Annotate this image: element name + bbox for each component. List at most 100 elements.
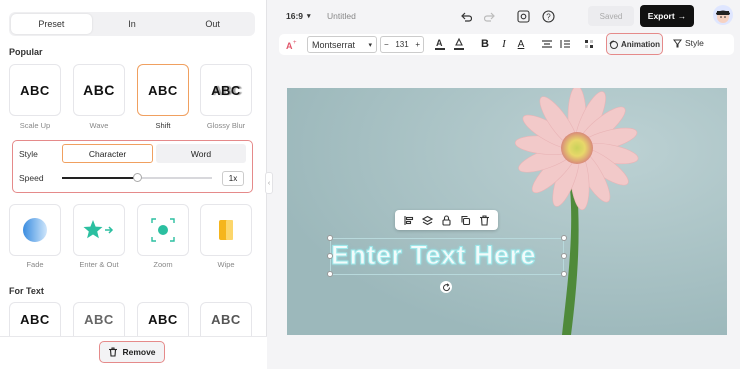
preset-card-wipe[interactable]	[200, 204, 252, 256]
style-button[interactable]: Style	[673, 38, 704, 48]
rotate-handle[interactable]	[440, 281, 452, 293]
preset-card-wave[interactable]: ABC	[73, 64, 125, 116]
speed-label: Speed	[19, 173, 44, 183]
arrow-right-icon: →	[677, 11, 687, 21]
resize-handle[interactable]	[327, 253, 333, 259]
trash-icon[interactable]	[479, 214, 490, 226]
align-left-icon[interactable]	[403, 215, 414, 226]
preset-label: Shift	[155, 121, 171, 130]
collapse-panel-button[interactable]: ‹	[265, 172, 273, 194]
screenshot-icon[interactable]	[515, 8, 531, 24]
aspect-ratio-select[interactable]: 16:9 ▾	[286, 11, 311, 21]
animation-tabs: Preset In Out	[9, 12, 255, 36]
chevron-left-icon: ‹	[267, 179, 271, 187]
project-title[interactable]: Untitled	[327, 11, 356, 21]
svg-text:A: A	[436, 38, 443, 48]
preset-label: Wipe	[217, 260, 235, 269]
text-color-icon[interactable]: A	[432, 36, 448, 52]
resize-handle[interactable]	[561, 235, 567, 241]
highlight-color-icon[interactable]	[451, 36, 467, 52]
preset-label: Wave	[89, 121, 109, 130]
help-icon[interactable]: ?	[540, 8, 556, 24]
preset-preview: ABC	[211, 312, 241, 327]
font-size-stepper[interactable]: − 131 +	[380, 36, 424, 53]
trash-icon	[109, 347, 118, 357]
preset-preview: ABC	[84, 312, 114, 327]
preset-card-enter-out[interactable]	[73, 204, 125, 256]
resize-handle[interactable]	[561, 253, 567, 259]
rotate-icon	[442, 282, 450, 291]
preset-preview: ABC	[20, 82, 50, 98]
align-icon[interactable]	[539, 36, 555, 52]
preset-card-fade[interactable]	[9, 204, 61, 256]
preset-label: Scale Up	[19, 121, 51, 130]
font-family-select[interactable]: Montserrat ▾	[307, 36, 377, 53]
speed-slider[interactable]	[62, 173, 212, 182]
preset-preview: ABC	[148, 82, 178, 98]
svg-text:+: +	[293, 40, 297, 46]
preset-preview: ABC	[83, 82, 115, 98]
italic-icon[interactable]: I	[496, 36, 512, 52]
paint-bucket-icon	[673, 39, 682, 47]
animation-panel: Preset In Out Popular ABC Scale Up ABC W…	[0, 0, 267, 369]
transparency-icon[interactable]	[581, 36, 597, 52]
wipe-icon	[219, 220, 233, 240]
redo-icon[interactable]	[482, 8, 498, 24]
text-preset-card[interactable]: ABC	[73, 302, 125, 336]
underline-icon[interactable]: A	[513, 36, 529, 52]
svg-text:?: ?	[546, 12, 551, 21]
lock-icon[interactable]	[441, 214, 452, 226]
minus-icon[interactable]: −	[384, 40, 389, 49]
avatar[interactable]	[713, 5, 733, 25]
preset-label: Glossy Blur	[206, 121, 246, 130]
preset-card-shift[interactable]: ABC	[137, 64, 189, 116]
layers-icon[interactable]	[422, 215, 433, 226]
preset-card-glossy-blur[interactable]: ABC	[200, 64, 252, 116]
preset-preview: ABC	[211, 82, 241, 98]
preset-label: Zoom	[153, 260, 173, 269]
section-for-text: For Text	[9, 286, 44, 296]
tab-in[interactable]: In	[92, 14, 173, 34]
undo-icon[interactable]	[458, 8, 474, 24]
svg-text:A: A	[286, 41, 293, 51]
flower-image	[287, 88, 727, 335]
style-word-option[interactable]: Word	[156, 144, 246, 163]
canvas-text[interactable]: Enter Text Here	[330, 240, 536, 271]
preset-label: Enter & Out	[79, 260, 119, 269]
preset-label: Fade	[26, 260, 44, 269]
ai-text-icon[interactable]: A +	[284, 37, 300, 53]
resize-handle[interactable]	[327, 235, 333, 241]
text-preset-card[interactable]: ABC	[137, 302, 189, 336]
resize-handle[interactable]	[327, 271, 333, 277]
line-spacing-icon[interactable]	[557, 36, 573, 52]
remove-button[interactable]: Remove	[99, 341, 165, 363]
bold-icon[interactable]: B	[477, 36, 493, 52]
font-family-value: Montserrat	[312, 39, 356, 50]
text-preset-card[interactable]: ABC	[200, 302, 252, 336]
plus-icon[interactable]: +	[415, 40, 420, 49]
tab-out[interactable]: Out	[172, 14, 253, 34]
duplicate-icon[interactable]	[460, 215, 471, 226]
preset-card-scale-up[interactable]: ABC	[9, 64, 61, 116]
style-character-option[interactable]: Character	[62, 144, 153, 163]
animation-button[interactable]: Animation	[606, 33, 663, 55]
tab-preset[interactable]: Preset	[11, 14, 92, 34]
preset-preview: ABC	[148, 312, 178, 327]
zoom-icon	[151, 218, 175, 242]
font-size-value: 131	[395, 40, 409, 49]
resize-handle[interactable]	[561, 271, 567, 277]
remove-label: Remove	[122, 347, 156, 357]
export-label: Export	[647, 11, 675, 21]
animation-label: Animation	[620, 39, 661, 49]
speed-value[interactable]: 1x	[222, 171, 244, 186]
section-popular: Popular	[9, 47, 43, 57]
canvas-image[interactable]	[287, 88, 727, 335]
star-arrow-icon	[83, 220, 114, 239]
preset-preview: ABC	[20, 312, 50, 327]
preset-card-zoom[interactable]	[137, 204, 189, 256]
text-preset-card[interactable]: ABC	[9, 302, 61, 336]
speed-slider-thumb[interactable]	[132, 173, 142, 182]
aspect-ratio-value: 16:9	[286, 11, 304, 21]
element-floating-toolbar	[395, 210, 498, 230]
export-button[interactable]: Export →	[640, 5, 694, 27]
